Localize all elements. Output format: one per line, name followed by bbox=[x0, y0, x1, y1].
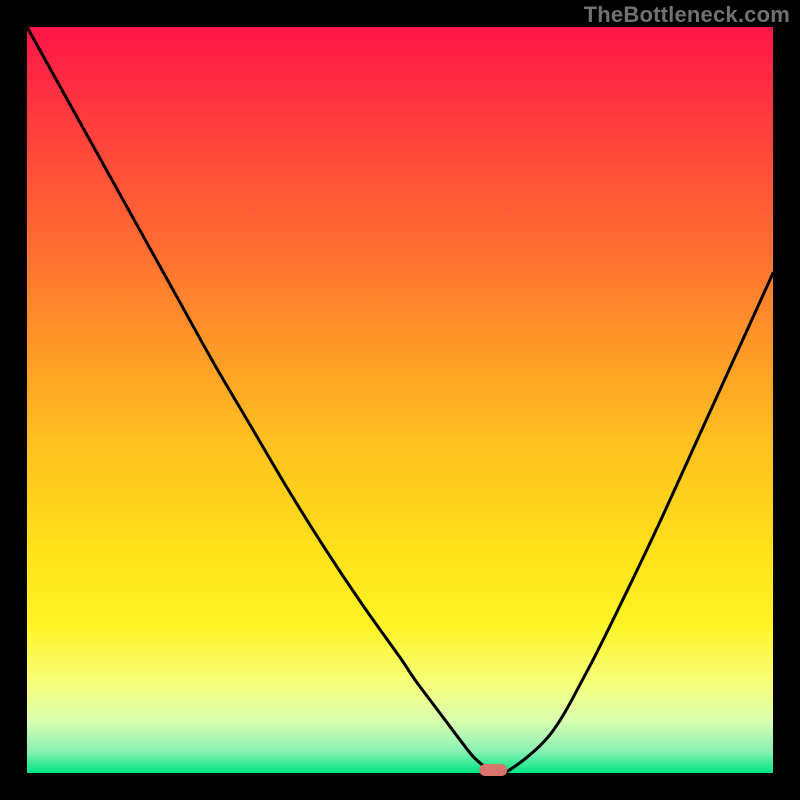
plot-area bbox=[27, 27, 773, 773]
optimum-marker bbox=[479, 764, 507, 776]
watermark-label: TheBottleneck.com bbox=[584, 2, 790, 28]
bottleneck-chart bbox=[0, 0, 800, 800]
chart-frame: TheBottleneck.com bbox=[0, 0, 800, 800]
